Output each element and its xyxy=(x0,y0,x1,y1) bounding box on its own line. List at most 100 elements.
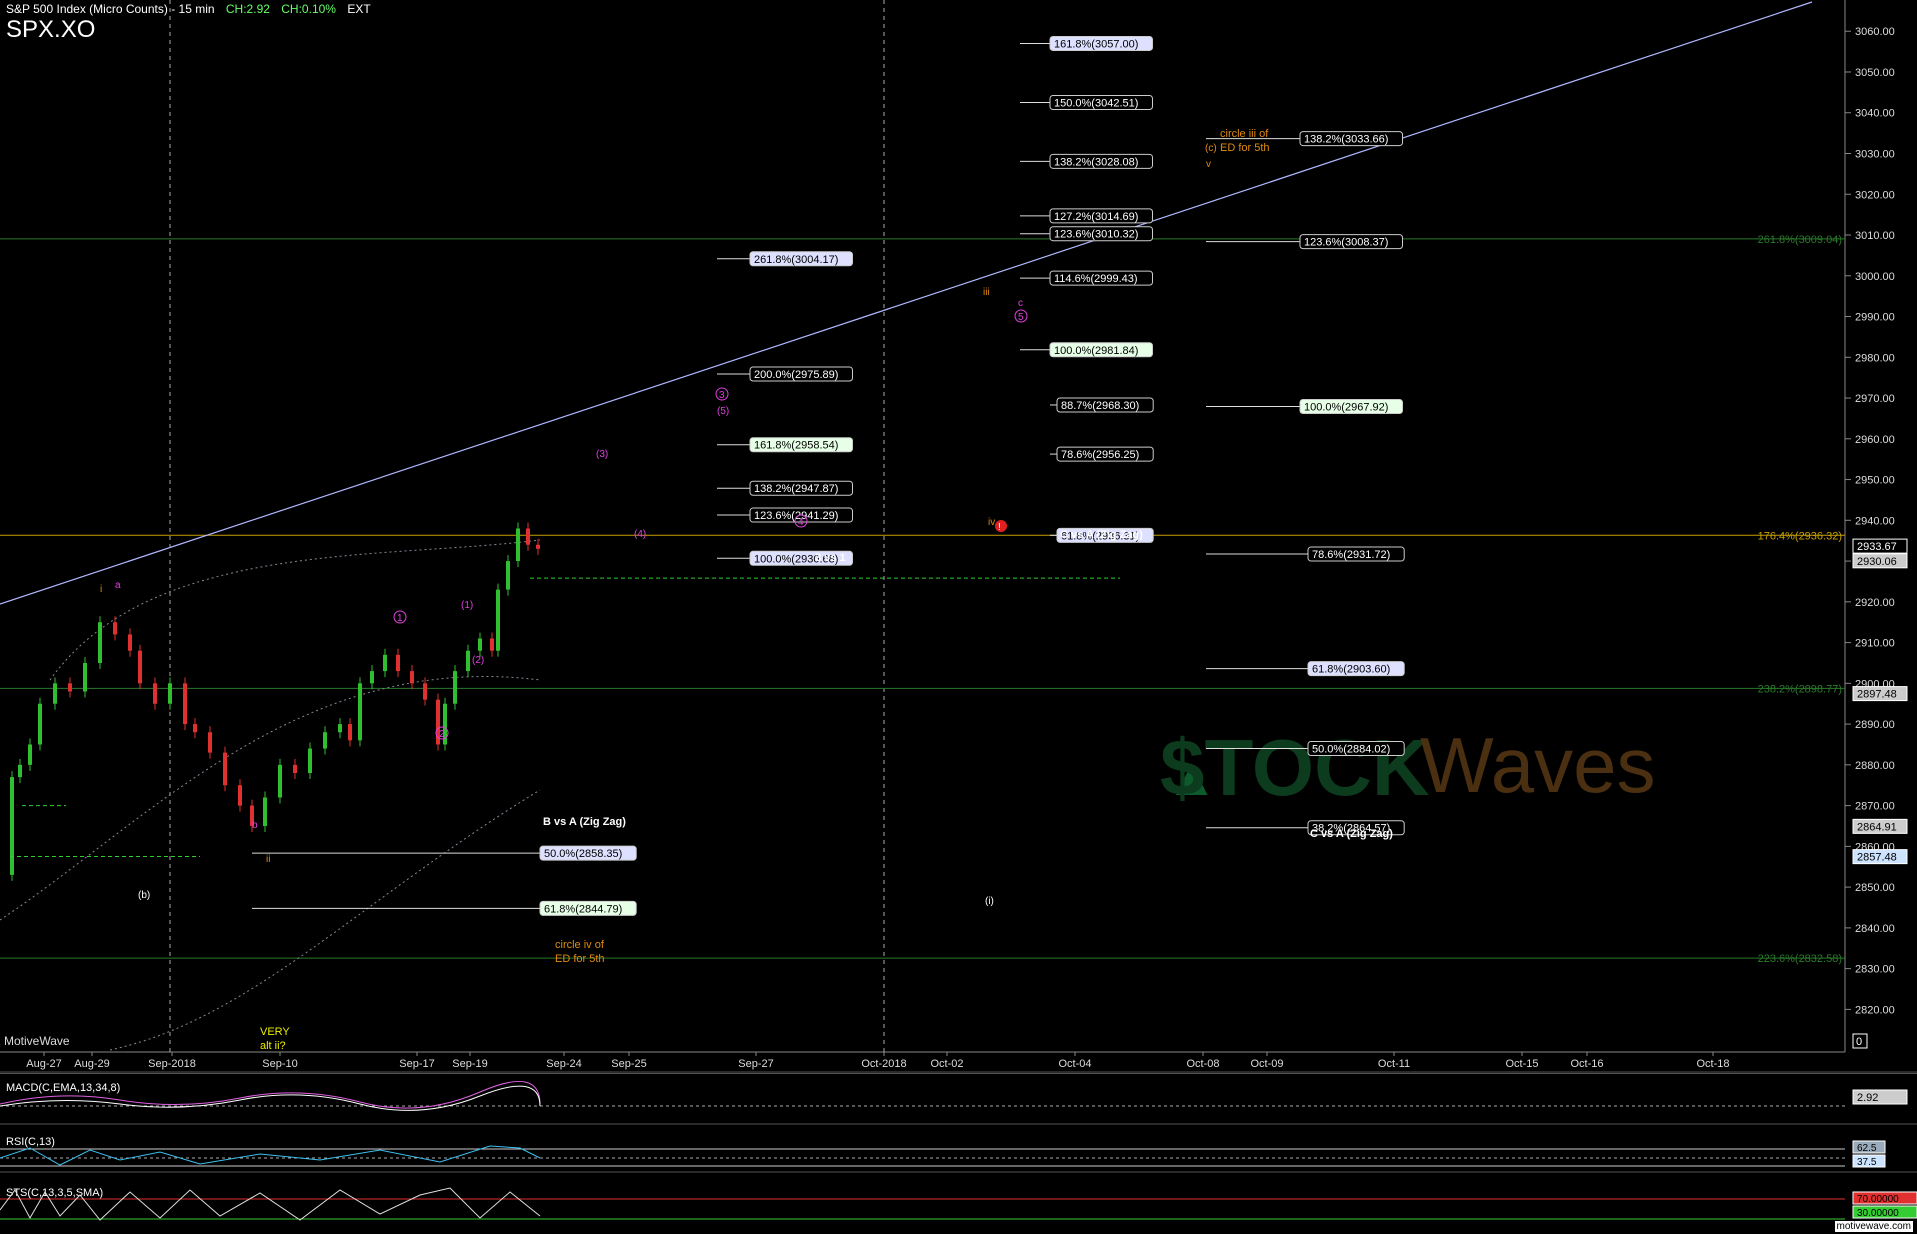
note-7: ED for 5th xyxy=(555,953,605,965)
fib-label-11: 200.0%(2975.89) xyxy=(754,369,838,381)
note-0: C vs A (Zig Zag) xyxy=(1060,529,1143,541)
x-tick-label-11: Oct-04 xyxy=(1058,1058,1091,1070)
wave-label-10: 3 xyxy=(719,390,725,401)
x-tick-label-7: Sep-25 xyxy=(611,1058,646,1070)
candle-body-20 xyxy=(263,797,267,826)
price-badge-1: 2930.06 xyxy=(1857,556,1897,568)
panel-top-border xyxy=(0,1073,1917,1074)
y-tick-label-23: 2830.00 xyxy=(1855,964,1895,976)
y-tick-label-10: 2960.00 xyxy=(1855,434,1895,446)
y-tick-label-6: 3000.00 xyxy=(1855,271,1895,283)
y-tick-label-14: 2920.00 xyxy=(1855,597,1895,609)
chart-canvas[interactable]: 261.8%(3009.04) 176.4%(2936.32) 238.2%(289… xyxy=(0,0,1917,1234)
candle-body-6 xyxy=(68,683,72,692)
candle-body-37 xyxy=(478,638,482,651)
candle-body-28 xyxy=(370,671,374,684)
x-tick-label-12: Oct-08 xyxy=(1186,1058,1219,1070)
sts-badge-lower: 30.00000 xyxy=(1857,1208,1899,1219)
sts-badge-upper: 70.00000 xyxy=(1857,1194,1899,1205)
candle-body-31 xyxy=(410,671,414,684)
candle-body-32 xyxy=(423,683,427,700)
candle-body-21 xyxy=(278,764,282,798)
fib-label-7: 88.7%(2968.30) xyxy=(1061,400,1139,412)
x-tick-label-3: Sep-10 xyxy=(262,1058,297,1070)
wave-label-3: ii xyxy=(266,854,270,865)
wave-label-15: c xyxy=(1018,298,1023,309)
candle-body-41 xyxy=(516,528,520,562)
y-tick-label-19: 2870.00 xyxy=(1855,801,1895,813)
candle-body-7 xyxy=(83,662,87,692)
fib-label-12: 161.8%(2958.54) xyxy=(754,440,838,452)
candle-body-36 xyxy=(466,650,470,672)
wave-label-0: a xyxy=(115,580,121,591)
fib-label-18: 100.0%(2967.92) xyxy=(1304,402,1388,414)
wave-label-11: (5) xyxy=(717,406,729,417)
candle-body-29 xyxy=(383,654,387,672)
wave-label-20: (i) xyxy=(985,896,994,907)
candle-body-14 xyxy=(183,683,187,725)
candle-body-10 xyxy=(128,634,132,651)
price-badge-2: 2897.48 xyxy=(1857,689,1897,701)
wave-label-6: (1) xyxy=(461,600,473,611)
y-tick-label-3: 3030.00 xyxy=(1855,148,1895,160)
candle-body-22 xyxy=(293,764,297,774)
x-tick-label-13: Oct-09 xyxy=(1250,1058,1283,1070)
candle-body-2 xyxy=(18,764,22,778)
fib-label-20: 61.8%(2903.60) xyxy=(1312,664,1390,676)
fib-label-14: 123.6%(2941.29) xyxy=(754,510,838,522)
x-tick-label-2: Sep-2018 xyxy=(148,1058,196,1070)
candle-body-8 xyxy=(98,622,102,663)
ma-curve-lower xyxy=(109,789,541,1051)
price-badge-0: 2933.67 xyxy=(1857,541,1897,553)
candle-body-25 xyxy=(338,724,342,733)
candle-body-17 xyxy=(223,752,227,786)
x-tick-label-17: Oct-18 xyxy=(1696,1058,1729,1070)
candle-body-42 xyxy=(526,528,530,545)
macd-title: MACD(C,EMA,13,34,8) xyxy=(6,1082,120,1094)
note-4: circle iii of xyxy=(1220,128,1269,140)
y-tick-label-11: 2950.00 xyxy=(1855,475,1895,487)
axis-zero-label: 0 xyxy=(1856,1036,1862,1048)
wave-label-12: 4 xyxy=(798,517,804,528)
alert-icon xyxy=(995,520,1007,532)
wave-label-7: (2) xyxy=(472,655,484,666)
y-tick-label-2: 3040.00 xyxy=(1855,108,1895,120)
fib-label-19: 78.6%(2931.72) xyxy=(1312,549,1390,561)
note-2: B vs A (Zig Zag) xyxy=(543,816,626,828)
rsi-badge-lower: 37.5 xyxy=(1857,1157,1877,1168)
watermark-stock-text: $TOCK xyxy=(1160,723,1430,812)
wave-label-14: iii xyxy=(983,287,990,298)
y-tick-label-8: 2980.00 xyxy=(1855,352,1895,364)
candle-body-23 xyxy=(308,748,312,774)
candle-body-4 xyxy=(38,703,42,745)
candle-body-1 xyxy=(10,777,14,875)
fib-label-17: 123.6%(3008.37) xyxy=(1304,237,1388,249)
x-tick-label-0: Aug-27 xyxy=(26,1058,61,1070)
wave-label-13: (4) xyxy=(634,529,646,540)
chart-window: S&P 500 Index (Micro Counts) - 15 min CH… xyxy=(0,0,1917,1234)
fib-label-5: 114.6%(2999.43) xyxy=(1054,273,1138,285)
alert-icon-mark: ! xyxy=(998,522,1001,533)
candle-body-27 xyxy=(358,683,362,741)
y-tick-label-15: 2910.00 xyxy=(1855,638,1895,650)
extension-label-3: 223.6%(2832.58) xyxy=(1758,953,1842,965)
y-tick-label-21: 2850.00 xyxy=(1855,882,1895,894)
fib-label-1: 150.0%(3042.51) xyxy=(1054,98,1138,110)
x-tick-label-15: Oct-15 xyxy=(1505,1058,1538,1070)
candle-body-40 xyxy=(506,561,510,590)
wave-label-17: iv xyxy=(988,517,995,528)
fib-label-16: 138.2%(3033.66) xyxy=(1304,134,1388,146)
x-tick-label-8: Sep-27 xyxy=(738,1058,773,1070)
y-tick-label-24: 2820.00 xyxy=(1855,1004,1895,1016)
x-tick-label-9: Oct-2018 xyxy=(861,1058,906,1070)
fib-label-0: 161.8%(3057.00) xyxy=(1054,38,1138,50)
candle-body-35 xyxy=(453,671,457,704)
candle-body-5 xyxy=(53,683,57,704)
note-6: circle iv of xyxy=(555,939,605,951)
wave-label-5: 1 xyxy=(397,613,403,624)
ma-curve-upper xyxy=(0,676,541,921)
extension-label-1: 176.4%(2936.32) xyxy=(1758,530,1842,542)
rsi-title: RSI(C,13) xyxy=(6,1136,55,1148)
fib-label-6: 100.0%(2981.84) xyxy=(1054,345,1138,357)
y-tick-label-18: 2880.00 xyxy=(1855,760,1895,772)
